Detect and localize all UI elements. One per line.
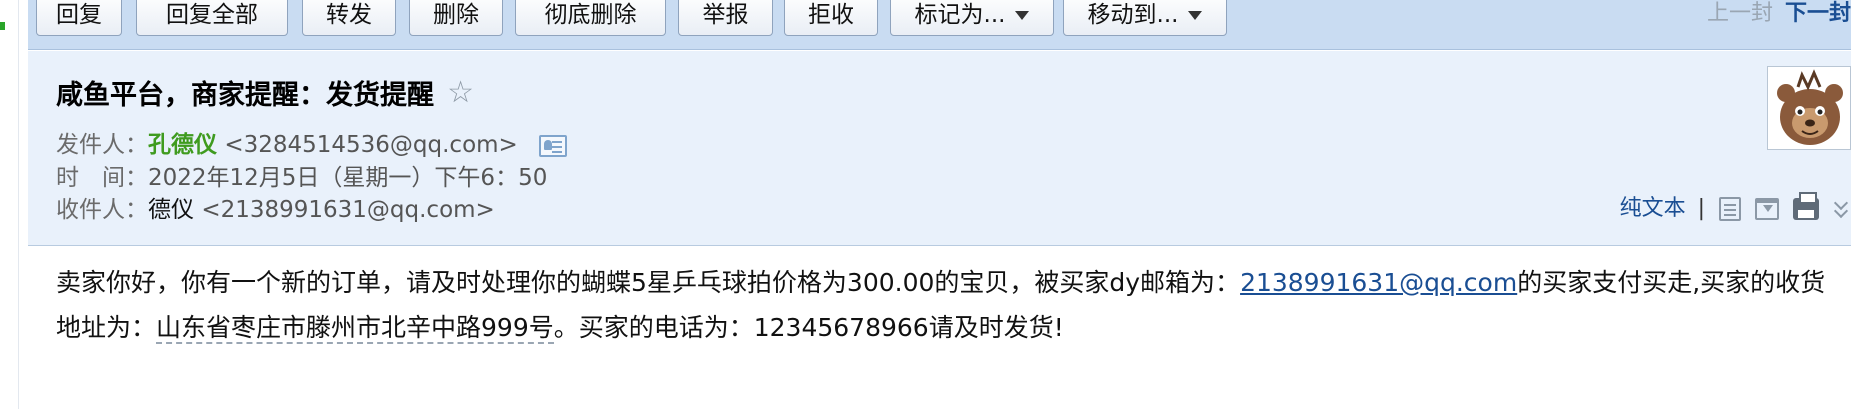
block-sender-button[interactable]: 拒收: [784, 0, 878, 36]
to-row: 收件人：德仪 <2138991631@qq.com>: [56, 194, 495, 226]
print-icon[interactable]: [1793, 192, 1819, 220]
forward-button[interactable]: 转发: [302, 0, 396, 36]
left-strip: [0, 0, 19, 409]
mail-tools: 纯文本 |: [1620, 191, 1851, 227]
mail-body: 卖家你好，你有一个新的订单，请及时处理你的蝴蝶5星乒乓球拍价格为300.00的宝…: [56, 260, 1846, 350]
mail-reader: 回复 回复全部 转发 删除 彻底删除 举报 拒收 标记为... 移动到... 上…: [28, 0, 1851, 409]
body-text-3: 。买家的电话为：12345678966请及时发货!: [553, 313, 1064, 342]
reply-all-button[interactable]: 回复全部: [136, 0, 288, 36]
mark-as-dropdown[interactable]: 标记为...: [890, 0, 1054, 36]
star-icon[interactable]: ☆: [447, 75, 474, 110]
chevron-down-icon: [1015, 11, 1030, 20]
to-label: 收件人：: [56, 197, 148, 223]
next-mail-link[interactable]: 下一封: [1785, 1, 1851, 26]
tools-separator: |: [1697, 196, 1705, 221]
save-icon[interactable]: [1755, 198, 1779, 220]
sender-avatar: [1767, 66, 1851, 150]
time-label: 时 间：: [56, 165, 148, 191]
from-label: 发件人：: [56, 132, 148, 158]
plain-text-link[interactable]: 纯文本: [1620, 196, 1686, 221]
note-icon[interactable]: [1719, 197, 1741, 221]
mail-pager: 上一封 下一封: [1707, 0, 1851, 34]
buyer-email-link[interactable]: 2138991631@qq.com: [1240, 268, 1517, 297]
mail-toolbar: 回复 回复全部 转发 删除 彻底删除 举报 拒收 标记为... 移动到... 上…: [28, 0, 1851, 50]
previous-mail-link[interactable]: 上一封: [1707, 1, 1773, 26]
sender-address: <3284514536@qq.com>: [224, 132, 518, 158]
contact-card-icon[interactable]: [539, 134, 568, 157]
move-to-dropdown[interactable]: 移动到...: [1063, 0, 1227, 36]
avatar-image: [1768, 67, 1850, 149]
chevron-down-icon: [1188, 11, 1203, 20]
delete-button[interactable]: 删除: [409, 0, 503, 36]
subject-row: 咸鱼平台，商家提醒：发货提醒 ☆: [56, 73, 474, 113]
mail-subject: 咸鱼平台，商家提醒：发货提醒: [56, 80, 434, 111]
left-marker: [0, 22, 5, 30]
sender-name[interactable]: 孔德仪: [148, 132, 217, 158]
permanent-delete-button[interactable]: 彻底删除: [515, 0, 666, 36]
from-row: 发件人：孔德仪 <3284514536@qq.com>: [56, 129, 568, 161]
body-text-1: 卖家你好，你有一个新的订单，请及时处理你的蝴蝶5星乒乓球拍价格为300.00的宝…: [56, 268, 1241, 297]
mail-header: 咸鱼平台，商家提醒：发货提醒 ☆ 发件人：孔德仪 <3284514536@qq.…: [28, 51, 1851, 246]
expand-more-icon[interactable]: [1833, 197, 1851, 221]
report-button[interactable]: 举报: [678, 0, 773, 36]
sent-time: 2022年12月5日（星期一）下午6：50: [148, 165, 548, 191]
recipient-address: <2138991631@qq.com>: [201, 197, 495, 223]
time-row: 时 间：2022年12月5日（星期一）下午6：50: [56, 162, 547, 194]
shipping-address[interactable]: 山东省枣庄市滕州市北辛中路999号: [156, 313, 554, 344]
recipient-name: 德仪: [148, 197, 194, 223]
reply-button[interactable]: 回复: [36, 0, 122, 36]
